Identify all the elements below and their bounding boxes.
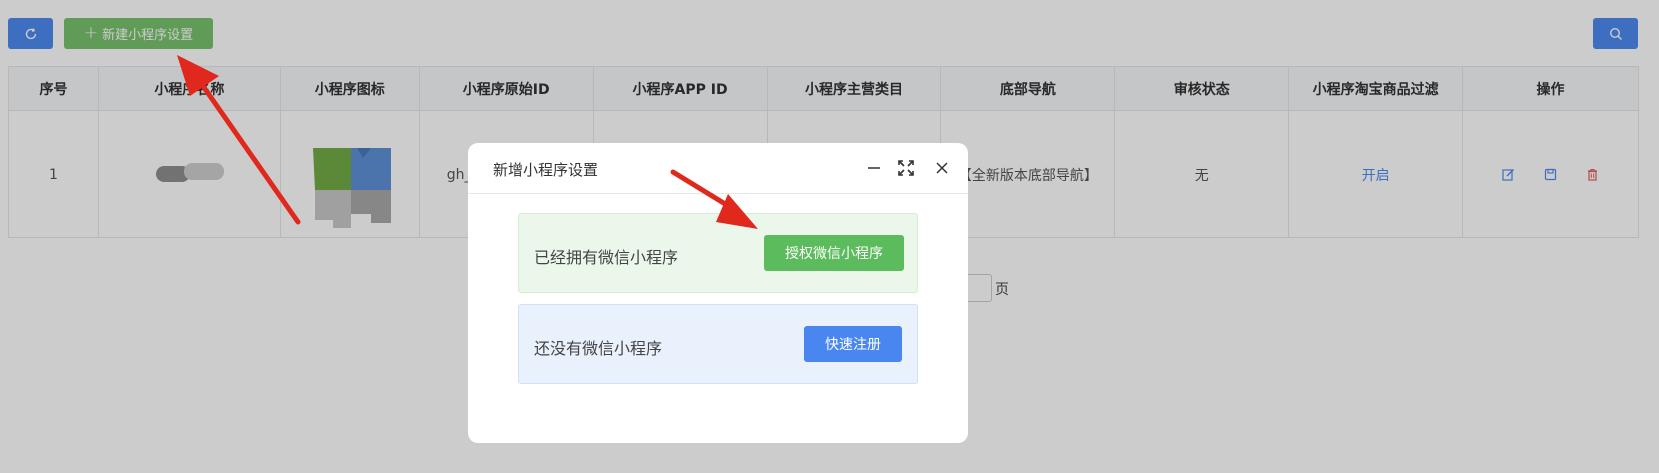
close-icon[interactable]: [932, 158, 952, 178]
quick-register-button[interactable]: 快速注册: [804, 326, 902, 362]
authorize-mini-program-button[interactable]: 授权微信小程序: [764, 235, 904, 271]
has-mini-program-card: 已经拥有微信小程序 授权微信小程序: [518, 213, 918, 293]
no-mini-program-text: 还没有微信小程序: [534, 339, 663, 358]
minimize-icon[interactable]: [864, 158, 884, 178]
no-mini-program-card: 还没有微信小程序 快速注册: [518, 304, 918, 384]
dialog-header: 新增小程序设置: [468, 143, 968, 194]
new-mini-program-dialog: 新增小程序设置 已经拥有微信小程序 授权微信小程序 还没有微信小程序 快速注册: [468, 143, 968, 443]
has-mini-program-text: 已经拥有微信小程序: [534, 248, 679, 267]
fullscreen-icon[interactable]: [896, 158, 916, 178]
dialog-title: 新增小程序设置: [493, 161, 599, 179]
